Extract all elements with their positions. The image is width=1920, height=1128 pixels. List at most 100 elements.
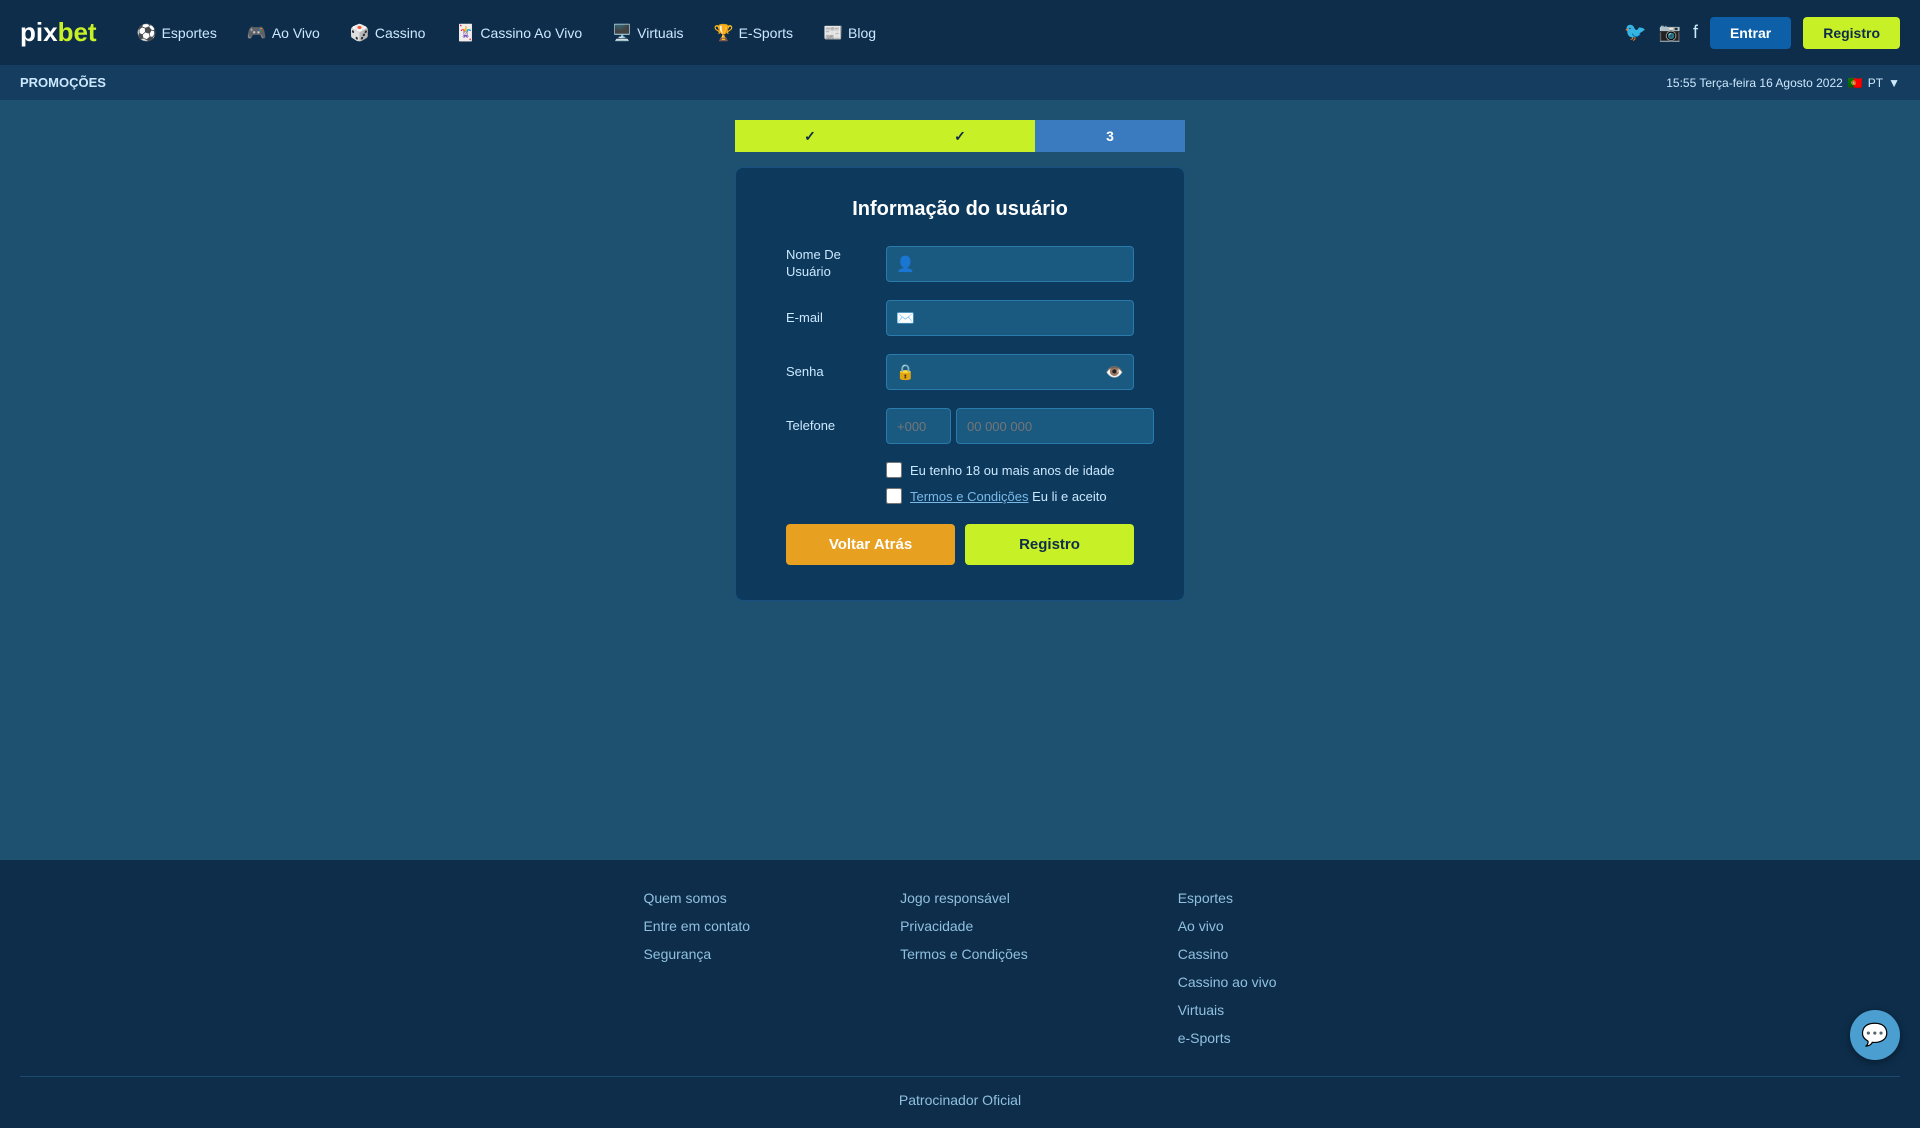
footer-link-cassino-ao-vivo[interactable]: Cassino ao vivo [1178,974,1277,990]
terms-checkbox[interactable] [886,488,902,504]
sponsor-label: Patrocinador Oficial [899,1092,1021,1108]
nav-blog[interactable]: 📰 Blog [813,0,886,65]
footer-col-1: Quem somos Entre em contato Segurança [643,890,750,1046]
lang-label: PT [1868,76,1883,90]
eye-icon[interactable]: 👁️ [1105,363,1124,381]
step-indicator: ✓ ✓ 3 [735,120,1185,152]
esportes-icon: ⚽ [137,23,157,43]
chat-icon: 💬 [1861,1022,1888,1048]
twitter-icon[interactable]: 🐦 [1624,22,1646,43]
nav-blog-label: Blog [848,25,876,41]
footer-link-ao-vivo[interactable]: Ao vivo [1178,918,1277,934]
password-label: Senha [786,364,886,381]
form-card: Informação do usuário Nome De Usuário 👤 … [735,167,1185,601]
footer-link-e-sports[interactable]: e-Sports [1178,1030,1277,1046]
blog-icon: 📰 [823,23,843,43]
virtuais-icon: 🖥️ [612,23,632,43]
email-input-wrapper: ✉️ [886,300,1134,336]
terms-label: Termos e Condições Eu li e aceito [910,489,1107,504]
step-2-label: ✓ [954,128,966,145]
registro-submit-button[interactable]: Registro [965,524,1134,565]
cassino-icon: 🎲 [350,23,370,43]
step-1-label: ✓ [804,128,816,145]
step-3-label: 3 [1106,128,1114,144]
entrar-button[interactable]: Entrar [1710,17,1791,49]
nav-esportes[interactable]: ⚽ Esportes [127,0,227,65]
footer: Quem somos Entre em contato Segurança Jo… [0,860,1920,1128]
e-sports-icon: 🏆 [714,23,734,43]
footer-link-quem-somos[interactable]: Quem somos [643,890,750,906]
password-input[interactable] [886,354,1134,390]
nav-esportes-label: Esportes [162,25,217,41]
footer-link-virtuais[interactable]: Virtuais [1178,1002,1277,1018]
terms-rest-label: Eu li e aceito [1029,489,1107,504]
footer-link-cassino[interactable]: Cassino [1178,946,1277,962]
footer-link-seguranca[interactable]: Segurança [643,946,750,962]
nav-cassino-ao-vivo-label: Cassino Ao Vivo [480,25,582,41]
lang-chevron-icon[interactable]: ▼ [1888,76,1900,90]
cassino-ao-vivo-icon: 🃏 [455,23,475,43]
main-content: ✓ ✓ 3 Informação do usuário Nome De Usuá… [0,100,1920,860]
logo[interactable]: pixbet [20,17,97,48]
step-2[interactable]: ✓ [885,120,1035,152]
phone-row: Telefone [786,408,1134,444]
email-input[interactable] [886,300,1134,336]
nav-virtuais-label: Virtuais [637,25,683,41]
user-icon: 👤 [896,255,915,273]
nav-cassino-ao-vivo[interactable]: 🃏 Cassino Ao Vivo [445,0,592,65]
footer-link-termos[interactable]: Termos e Condições [900,946,1028,962]
phone-label: Telefone [786,418,886,435]
age-checkbox[interactable] [886,462,902,478]
age-label: Eu tenho 18 ou mais anos de idade [910,463,1115,478]
back-button[interactable]: Voltar Atrás [786,524,955,565]
footer-columns: Quem somos Entre em contato Segurança Jo… [20,890,1900,1046]
nav-e-sports[interactable]: 🏆 E-Sports [704,0,803,65]
step-3[interactable]: 3 [1035,120,1185,152]
nav-ao-vivo[interactable]: 🎮 Ao Vivo [237,0,330,65]
logo-pix: pix [20,17,58,48]
email-label: E-mail [786,310,886,327]
instagram-icon[interactable]: 📷 [1659,22,1681,43]
footer-col-2: Jogo responsável Privacidade Termos e Co… [900,890,1028,1046]
footer-link-privacidade[interactable]: Privacidade [900,918,1028,934]
logo-bet: bet [58,17,97,48]
chat-button[interactable]: 💬 [1850,1010,1900,1060]
footer-link-entre-em-contato[interactable]: Entre em contato [643,918,750,934]
promo-label: PROMOÇÕES [20,75,106,90]
nav-cassino-label: Cassino [375,25,426,41]
password-row: Senha 🔒 👁️ [786,354,1134,390]
navbar: pixbet ⚽ Esportes 🎮 Ao Vivo 🎲 Cassino 🃏 … [0,0,1920,65]
form-buttons: Voltar Atrás Registro [786,524,1134,565]
phone-number-input[interactable] [956,408,1154,444]
username-row: Nome De Usuário 👤 [786,246,1134,282]
email-icon: ✉️ [896,309,915,327]
terms-checkbox-row: Termos e Condições Eu li e aceito [886,488,1134,504]
footer-link-jogo-responsavel[interactable]: Jogo responsável [900,890,1028,906]
form-title: Informação do usuário [786,198,1134,221]
navbar-left: pixbet ⚽ Esportes 🎮 Ao Vivo 🎲 Cassino 🃏 … [20,0,886,65]
registro-button[interactable]: Registro [1803,17,1900,49]
facebook-icon[interactable]: f [1693,22,1698,43]
username-input-wrapper: 👤 [886,246,1134,282]
nav-e-sports-label: E-Sports [739,25,793,41]
nav-cassino[interactable]: 🎲 Cassino [340,0,436,65]
nav-ao-vivo-label: Ao Vivo [272,25,320,41]
checkbox-section: Eu tenho 18 ou mais anos de idade Termos… [786,462,1134,504]
datetime-label: 15:55 Terça-feira 16 Agosto 2022 [1666,76,1843,90]
terms-link[interactable]: Termos e Condições [910,489,1029,504]
phone-inputs [886,408,1154,444]
nav-virtuais[interactable]: 🖥️ Virtuais [602,0,693,65]
password-input-wrapper: 🔒 👁️ [886,354,1134,390]
promo-bar: PROMOÇÕES 15:55 Terça-feira 16 Agosto 20… [0,65,1920,100]
username-label: Nome De Usuário [786,247,886,281]
username-input[interactable] [886,246,1134,282]
promo-right: 15:55 Terça-feira 16 Agosto 2022 🇵🇹 PT ▼ [1666,76,1900,90]
lang-icon: 🇵🇹 [1848,76,1863,90]
email-row: E-mail ✉️ [786,300,1134,336]
navbar-right: 🐦 📷 f Entrar Registro [1624,17,1900,49]
step-1[interactable]: ✓ [735,120,885,152]
phone-code-input[interactable] [886,408,951,444]
lock-icon: 🔒 [896,363,915,381]
footer-col-3: Esportes Ao vivo Cassino Cassino ao vivo… [1178,890,1277,1046]
footer-link-esportes[interactable]: Esportes [1178,890,1277,906]
